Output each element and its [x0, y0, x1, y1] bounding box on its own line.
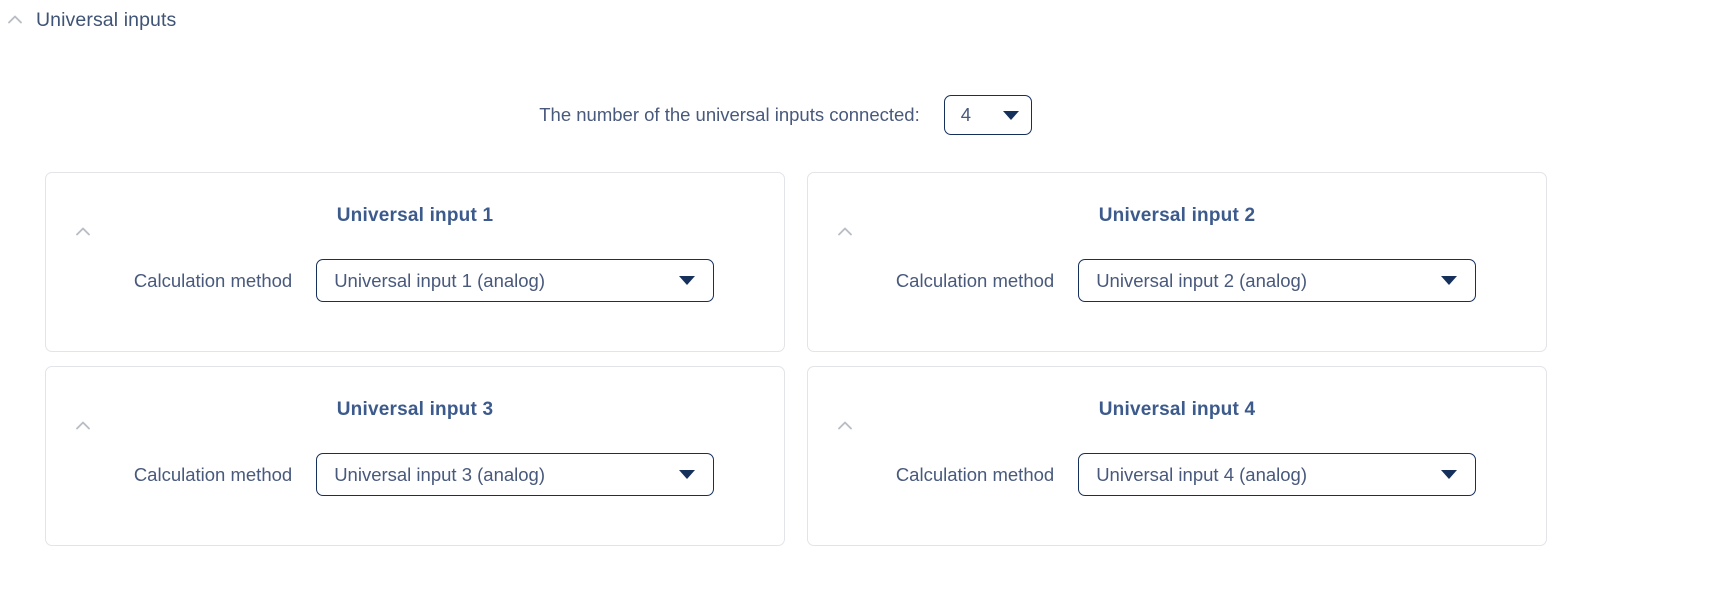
chevron-up-icon[interactable] [72, 415, 94, 437]
card-title: Universal input 3 [336, 399, 494, 420]
card-title: Universal input 4 [1098, 399, 1256, 420]
chevron-up-icon[interactable] [834, 415, 856, 437]
chevron-down-icon[interactable] [679, 276, 696, 285]
universal-input-count-row: The number of the universal inputs conne… [0, 95, 1571, 135]
chevron-down-icon[interactable] [1002, 110, 1019, 120]
calculation-method-label: Calculation method [895, 463, 1055, 485]
calculation-method-label: Calculation method [133, 463, 293, 485]
chevron-up-icon[interactable] [4, 9, 26, 31]
universal-input-count-value: 4 [960, 104, 972, 125]
universal-inputs-page: Universal inputs The number of the unive… [0, 0, 1713, 610]
card-header: Universal input 3 [46, 367, 784, 453]
universal-input-card-2: Universal input 2 Calculation method Uni… [807, 172, 1547, 352]
calculation-method-select[interactable]: Universal input 3 (analog) [316, 453, 715, 496]
universal-input-card-3: Universal input 3 Calculation method Uni… [45, 366, 785, 546]
chevron-up-icon[interactable] [834, 221, 856, 243]
calculation-method-value: Universal input 1 (analog) [334, 269, 545, 291]
chevron-down-icon[interactable] [1441, 470, 1458, 479]
card-body: Calculation method Universal input 3 (an… [46, 453, 784, 496]
chevron-up-icon[interactable] [72, 221, 94, 243]
calculation-method-label: Calculation method [895, 269, 1055, 291]
chevron-down-icon[interactable] [679, 470, 696, 479]
calculation-method-select[interactable]: Universal input 4 (analog) [1078, 453, 1477, 496]
card-body: Calculation method Universal input 2 (an… [808, 259, 1546, 302]
calculation-method-label: Calculation method [133, 269, 293, 291]
calculation-method-value: Universal input 3 (analog) [334, 463, 545, 485]
section-header[interactable]: Universal inputs [4, 6, 176, 34]
card-body: Calculation method Universal input 1 (an… [46, 259, 784, 302]
calculation-method-value: Universal input 4 (analog) [1096, 463, 1307, 485]
universal-input-card-4: Universal input 4 Calculation method Uni… [807, 366, 1547, 546]
calculation-method-value: Universal input 2 (analog) [1096, 269, 1307, 291]
card-header: Universal input 4 [808, 367, 1546, 453]
page-title: Universal inputs [36, 8, 177, 31]
calculation-method-select[interactable]: Universal input 2 (analog) [1078, 259, 1477, 302]
card-title: Universal input 1 [336, 205, 494, 226]
universal-input-count-select[interactable]: 4 [943, 95, 1032, 135]
card-body: Calculation method Universal input 4 (an… [808, 453, 1546, 496]
card-title: Universal input 2 [1098, 205, 1256, 226]
chevron-down-icon[interactable] [1441, 276, 1458, 285]
universal-input-card-grid: Universal input 1 Calculation method Uni… [45, 172, 1547, 546]
card-header: Universal input 1 [46, 173, 784, 259]
universal-input-count-label: The number of the universal inputs conne… [539, 104, 920, 125]
calculation-method-select[interactable]: Universal input 1 (analog) [316, 259, 715, 302]
card-header: Universal input 2 [808, 173, 1546, 259]
universal-input-card-1: Universal input 1 Calculation method Uni… [45, 172, 785, 352]
